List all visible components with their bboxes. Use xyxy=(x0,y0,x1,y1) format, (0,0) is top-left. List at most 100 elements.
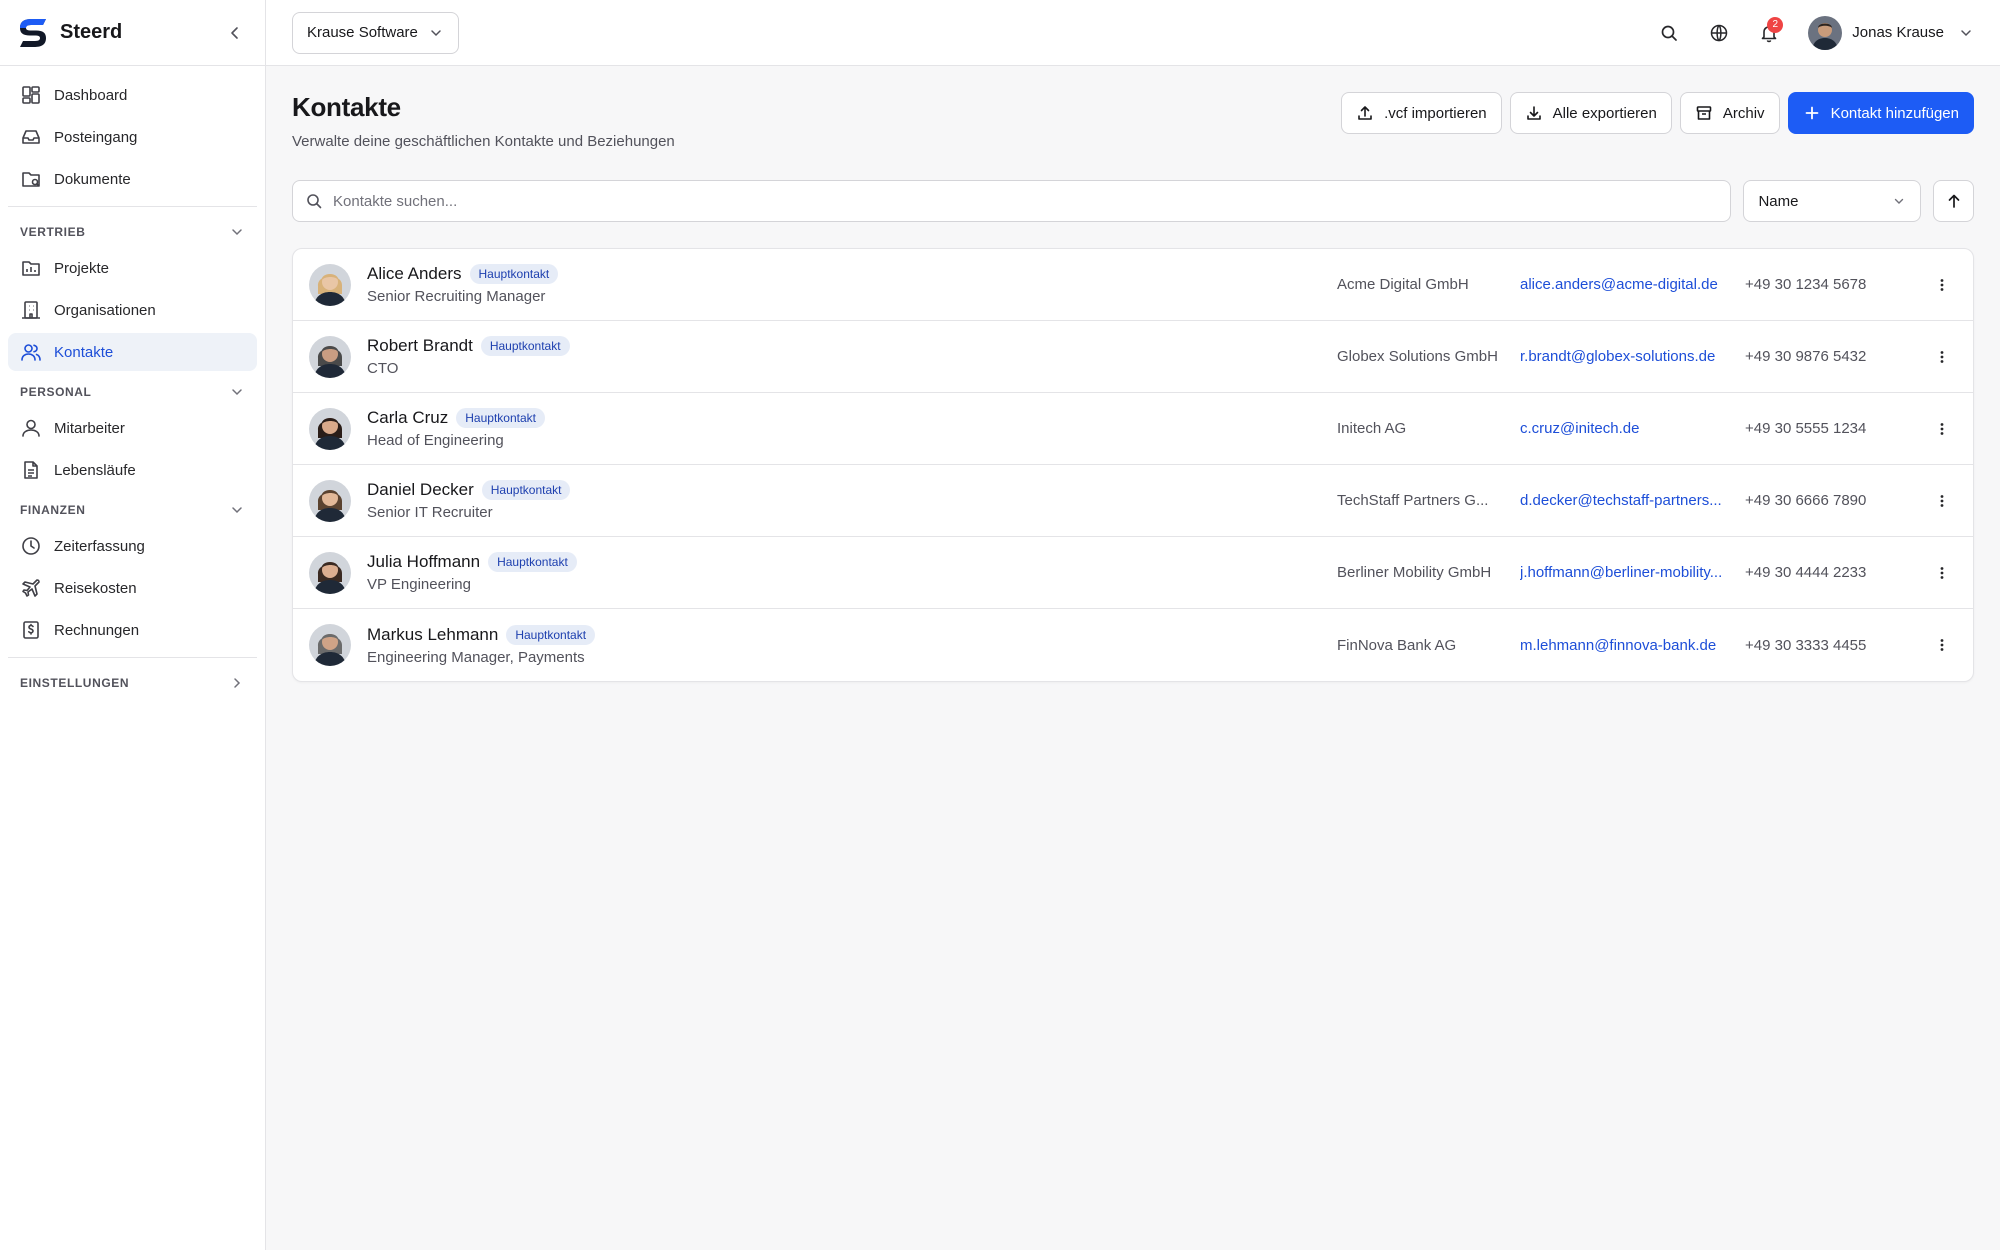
avatar[interactable] xyxy=(309,479,351,522)
sidebar-item-label: Dokumente xyxy=(54,170,131,188)
contact-email-link[interactable]: j.hoffmann@berliner-mobility... xyxy=(1520,564,1733,581)
avatar[interactable] xyxy=(309,407,351,450)
sidebar-item-dashboard[interactable]: Dashboard xyxy=(8,76,257,114)
contact-role: Senior IT Recruiter xyxy=(367,504,493,521)
sort-select[interactable]: Name xyxy=(1743,180,1922,222)
search-button[interactable] xyxy=(1644,13,1694,53)
row-actions-button[interactable] xyxy=(1927,414,1957,444)
contact-row[interactable]: Carla Cruz Hauptkontakt Head of Engineer… xyxy=(293,393,1973,465)
section-header-einstellungen[interactable]: EINSTELLUNGEN xyxy=(8,666,257,700)
primary-contact-badge: Hauptkontakt xyxy=(481,480,571,500)
contact-name[interactable]: Daniel Decker xyxy=(367,480,474,500)
contact-list: Alice Anders Hauptkontakt Senior Recruit… xyxy=(292,248,1974,682)
archive-label: Archiv xyxy=(1722,104,1765,122)
export-all-label: Alle exportieren xyxy=(1552,104,1657,122)
search-input[interactable] xyxy=(333,192,1719,210)
search-icon xyxy=(305,192,323,210)
user-menu[interactable]: Jonas Krause xyxy=(1808,15,1974,50)
sidebar-item-rechnungen[interactable]: Rechnungen xyxy=(8,611,257,649)
sidebar-item-zeiterfassung[interactable]: Zeiterfassung xyxy=(8,527,257,565)
chevron-down-icon xyxy=(428,25,444,41)
avatar[interactable] xyxy=(309,624,351,666)
sidebar-item-label: Reisekosten xyxy=(54,579,137,597)
workspace-name: Krause Software xyxy=(307,24,418,41)
avatar[interactable] xyxy=(309,551,351,594)
row-actions-button[interactable] xyxy=(1927,558,1957,588)
sidebar-item-label: Mitarbeiter xyxy=(54,419,125,437)
chevron-right-icon xyxy=(229,675,245,691)
contact-email-link[interactable]: d.decker@techstaff-partners... xyxy=(1520,492,1733,509)
archive-button[interactable]: Archiv xyxy=(1679,92,1780,134)
section-header-personal[interactable]: PERSONAL xyxy=(8,375,257,409)
language-button[interactable] xyxy=(1694,13,1744,53)
contact-role: Head of Engineering xyxy=(367,432,504,449)
more-vertical-icon xyxy=(1940,639,1944,651)
section-title: VERTRIEB xyxy=(20,225,86,239)
sidebar-nav: Dashboard Posteingang Dokumente VERTRIEB… xyxy=(0,66,265,710)
page-header: Kontakte Verwalte deine geschäftlichen K… xyxy=(292,66,1974,180)
row-actions-button[interactable] xyxy=(1927,342,1957,372)
more-vertical-icon xyxy=(1940,350,1944,363)
notifications-button[interactable]: 2 xyxy=(1744,13,1794,53)
section-title: PERSONAL xyxy=(20,385,92,399)
chevron-down-icon xyxy=(1958,25,1974,41)
contact-info: Daniel Decker Hauptkontakt Senior IT Rec… xyxy=(367,480,1337,521)
sidebar-item-posteingang[interactable]: Posteingang xyxy=(8,118,257,156)
divider xyxy=(8,657,257,658)
primary-contact-badge: Hauptkontakt xyxy=(506,624,596,645)
sidebar-item-dokumente[interactable]: Dokumente xyxy=(8,160,257,198)
row-actions-button[interactable] xyxy=(1927,630,1957,660)
sidebar-item-projekte[interactable]: Projekte xyxy=(8,249,257,287)
sidebar-item-label: Posteingang xyxy=(54,128,138,146)
export-all-button[interactable]: Alle exportieren xyxy=(1509,92,1672,134)
contact-row[interactable]: Daniel Decker Hauptkontakt Senior IT Rec… xyxy=(293,465,1973,537)
contact-email-link[interactable]: c.cruz@initech.de xyxy=(1520,420,1733,437)
sort-direction-button[interactable] xyxy=(1933,180,1974,222)
steerd-logo-icon[interactable] xyxy=(16,16,50,50)
contact-name[interactable]: Alice Anders xyxy=(367,264,462,284)
row-actions-button[interactable] xyxy=(1927,270,1957,300)
page-actions: .vcf importieren Alle exportieren Archiv… xyxy=(1341,92,1974,134)
contact-organization: Acme Digital GmbH xyxy=(1337,276,1469,293)
import-vcf-label: .vcf importieren xyxy=(1384,104,1487,122)
collapse-sidebar-button[interactable] xyxy=(221,19,249,47)
contact-row[interactable]: Markus Lehmann Hauptkontakt Engineering … xyxy=(293,609,1973,681)
sidebar-item-lebenslaeufe[interactable]: Lebensläufe xyxy=(8,451,257,489)
avatar[interactable] xyxy=(309,335,351,378)
workspace-switcher[interactable]: Krause Software xyxy=(292,11,459,54)
contact-name[interactable]: Carla Cruz xyxy=(367,408,448,428)
more-vertical-icon xyxy=(1940,278,1944,291)
avatar[interactable] xyxy=(309,263,351,306)
add-contact-button[interactable]: Kontakt hinzufügen xyxy=(1787,92,1974,134)
contact-row[interactable]: Julia Hoffmann Hauptkontakt VP Engineeri… xyxy=(293,537,1973,609)
documents-icon xyxy=(20,168,42,190)
contact-organization: Globex Solutions GmbH xyxy=(1337,348,1498,365)
contact-organization: Berliner Mobility GmbH xyxy=(1337,564,1492,581)
contact-row[interactable]: Alice Anders Hauptkontakt Senior Recruit… xyxy=(293,249,1973,321)
contact-name[interactable]: Robert Brandt xyxy=(367,336,473,356)
sidebar-item-reisekosten[interactable]: Reisekosten xyxy=(8,569,257,607)
users-icon xyxy=(20,341,42,363)
sidebar-item-organisationen[interactable]: Organisationen xyxy=(8,291,257,329)
section-header-finanzen[interactable]: FINANZEN xyxy=(8,493,257,527)
import-vcf-button[interactable]: .vcf importieren xyxy=(1341,92,1502,134)
sidebar-item-mitarbeiter[interactable]: Mitarbeiter xyxy=(8,409,257,447)
contact-email-link[interactable]: m.lehmann@finnova-bank.de xyxy=(1520,637,1733,654)
sort-value: Name xyxy=(1758,192,1799,210)
contact-row[interactable]: Robert Brandt Hauptkontakt CTO Globex So… xyxy=(293,321,1973,393)
search-icon xyxy=(1661,25,1678,41)
contact-organization: Initech AG xyxy=(1337,420,1407,437)
contact-email-link[interactable]: alice.anders@acme-digital.de xyxy=(1520,276,1733,293)
sidebar-item-kontakte[interactable]: Kontakte xyxy=(8,333,257,371)
chevron-down-icon xyxy=(229,384,245,400)
chevron-down-icon xyxy=(229,502,245,518)
contact-info: Markus Lehmann Hauptkontakt Engineering … xyxy=(367,624,1337,666)
row-actions-button[interactable] xyxy=(1927,486,1957,516)
app-name: Steerd xyxy=(60,21,123,43)
contact-name[interactable]: Markus Lehmann xyxy=(367,625,498,645)
topbar-actions: 2 Jonas Krause xyxy=(1644,13,1974,53)
contact-name[interactable]: Julia Hoffmann xyxy=(367,552,480,572)
section-header-vertrieb[interactable]: VERTRIEB xyxy=(8,215,257,249)
primary-contact-badge: Hauptkontakt xyxy=(469,264,559,284)
contact-email-link[interactable]: r.brandt@globex-solutions.de xyxy=(1520,348,1733,365)
